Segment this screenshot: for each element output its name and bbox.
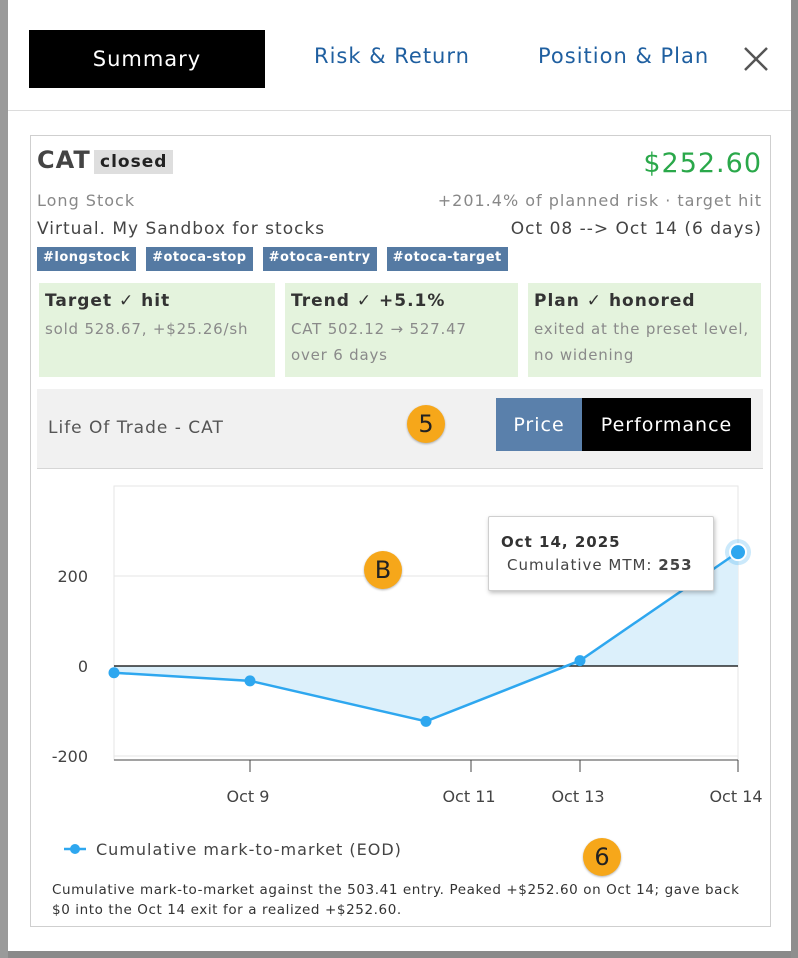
tooltip-value: Cumulative MTM: 253: [507, 556, 693, 574]
y-tick-label: 200: [57, 567, 88, 586]
x-tick-label: Oct 11: [442, 787, 495, 806]
tooltip-number: 253: [658, 556, 693, 574]
legend-label: Cumulative mark-to-market (EOD): [96, 839, 402, 859]
x-tick-label: Oct 14: [709, 787, 762, 806]
y-axis-labels: 200 0 -200: [52, 567, 88, 766]
data-point: [420, 715, 432, 727]
x-tick-label: Oct 13: [551, 787, 604, 806]
callout-marker-6: 6: [583, 838, 621, 876]
chart-caption: Cumulative mark-to-market against the 50…: [52, 882, 740, 918]
data-point-highlighted: [729, 543, 747, 562]
x-tick-label: Oct 9: [227, 787, 270, 806]
data-point: [108, 667, 120, 679]
legend-series-icon: [64, 844, 86, 854]
tooltip-date: Oct 14, 2025: [501, 533, 621, 551]
data-point: [244, 675, 256, 687]
x-axis-labels: Oct 9 Oct 11 Oct 13 Oct 14: [227, 760, 763, 806]
callout-marker-5: 5: [407, 405, 445, 443]
callout-marker-b: B: [364, 551, 402, 589]
tooltip-label: Cumulative MTM:: [507, 556, 653, 574]
y-tick-label: -200: [52, 747, 88, 766]
chart-legend[interactable]: Cumulative mark-to-market (EOD): [64, 838, 402, 860]
life-of-trade-chart: 200 0 -200 Oct 9 Oct 11 Oct 13 Oct 14: [52, 485, 763, 806]
y-tick-label: 0: [78, 657, 88, 676]
chart-tooltip: Oct 14, 2025 Cumulative MTM: 253: [488, 516, 714, 591]
data-point: [574, 655, 586, 667]
